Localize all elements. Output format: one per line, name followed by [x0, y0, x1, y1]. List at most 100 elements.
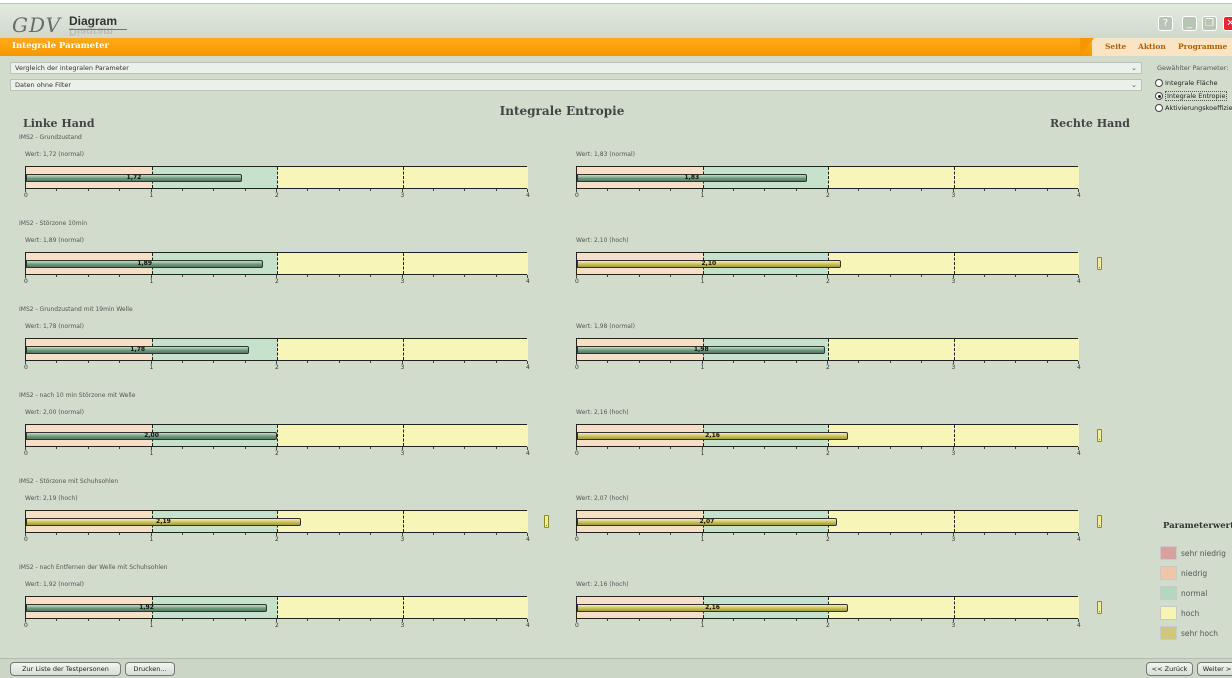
menu-tab-slant [1080, 38, 1094, 56]
axis-tick [1046, 275, 1048, 277]
axis-tick [338, 275, 340, 277]
close-icon[interactable]: ✕ [1223, 16, 1232, 31]
legend-label: hoch [1181, 608, 1200, 618]
comparison-select[interactable]: Vergleich der integralen Parameter ⌄ [10, 62, 1142, 74]
row-title: IMS2 - Störzone 10min [19, 220, 88, 227]
axis-tick [213, 361, 215, 363]
axis-tick-label: 1 [700, 364, 705, 371]
radio-button[interactable] [1155, 79, 1163, 87]
axis-tick [858, 619, 860, 621]
right-hand-bar-frame: 1,83 [576, 166, 1079, 189]
axis-tick-label: 4 [1077, 536, 1081, 543]
legend-swatch [1160, 626, 1177, 640]
parameter-label: Gewählter Parameter: [1157, 64, 1229, 72]
axis-tick [432, 275, 434, 277]
axis-tick-label: 2 [275, 364, 279, 371]
grid-line [953, 253, 955, 274]
axis-tick [638, 533, 640, 535]
radio-label: Integrale Fläche [1165, 79, 1218, 87]
warning-icon [1097, 257, 1102, 270]
axis-tick [889, 619, 891, 621]
axis-tick [213, 189, 215, 191]
axis-tick-label: 1 [149, 450, 154, 457]
value-label: Wert: 2,10 (hoch) [576, 237, 629, 244]
grid-line [953, 167, 955, 188]
axis-tick [607, 447, 609, 449]
legend-swatch [1160, 566, 1177, 580]
axis-tick [889, 447, 891, 449]
radio-integrale-entropie[interactable]: Integrale Entropie [1155, 91, 1228, 101]
grid-line [277, 425, 278, 446]
menu-programme[interactable]: Programme [1178, 42, 1227, 51]
left-hand-value-bar: 1,72 [26, 174, 242, 182]
prev-button[interactable]: << Zurück [1146, 662, 1193, 676]
legend-label: normal [1181, 588, 1208, 598]
axis-tick [432, 189, 434, 191]
chevron-down-icon: ⌄ [1131, 64, 1137, 72]
filter-select[interactable]: Daten ohne Filter ⌄ [10, 79, 1142, 91]
right-hand-bar-frame: 2,16 [576, 596, 1079, 619]
axis-tick-label: 0 [575, 192, 579, 199]
grid-line [828, 167, 829, 188]
grid-line [402, 511, 404, 532]
help-icon[interactable]: ? [1158, 16, 1173, 31]
axis-tick [983, 619, 985, 621]
axis-tick [432, 361, 434, 363]
radio-integrale-flaeche[interactable]: Integrale Fläche [1155, 79, 1217, 87]
restore-icon[interactable]: ❐ [1202, 16, 1217, 31]
axis-tick [370, 275, 372, 277]
axis-tick [732, 533, 734, 535]
axis-tick [1015, 619, 1017, 621]
axis-tick-label: 4 [526, 278, 530, 285]
print-button[interactable]: Drucken... [125, 662, 175, 676]
axis-tick [370, 447, 372, 449]
menu-aktion[interactable]: Aktion [1138, 42, 1166, 51]
axis-tick-label: 2 [826, 536, 830, 543]
right-hand-bar-frame: 1,98 [576, 338, 1079, 361]
grid-line [402, 339, 404, 360]
axis-tick [213, 619, 215, 621]
next-button[interactable]: Weiter > [1197, 662, 1232, 676]
axis-tick-label: 4 [1077, 364, 1081, 371]
axis-tick [119, 447, 121, 449]
axis-tick [858, 533, 860, 535]
axis-tick [338, 361, 340, 363]
axis-tick [1015, 189, 1017, 191]
axis-tick [921, 189, 923, 191]
axis-tick [795, 533, 797, 535]
axis-tick-label: 1 [700, 192, 705, 199]
axis-tick [732, 275, 734, 277]
chart-title: Integrale Entropie [499, 104, 625, 118]
axis-tick [795, 447, 797, 449]
axis-tick-label: 3 [400, 622, 405, 629]
axis-tick [495, 533, 497, 535]
axis-tick [764, 275, 766, 277]
axis-tick [638, 189, 640, 191]
axis-tick-label: 2 [275, 450, 279, 457]
radio-button[interactable] [1155, 92, 1163, 100]
radio-button[interactable] [1155, 104, 1163, 112]
left-hand-bar-frame: 1,92 [25, 596, 528, 619]
menu-seite[interactable]: Seite [1105, 42, 1126, 51]
axis-tick [921, 361, 923, 363]
axis-tick [338, 189, 340, 191]
left-hand-bar-frame: 2,19 [25, 510, 528, 533]
back-to-list-button[interactable]: Zur Liste der Testpersonen [10, 662, 121, 676]
axis-tick [670, 447, 672, 449]
axis-tick [1046, 619, 1048, 621]
left-hand-bar-frame: 1,72 [25, 166, 528, 189]
axis-tick [638, 361, 640, 363]
row-title: IMS2 - nach 10 min Störzone mit Welle [19, 392, 136, 399]
minimize-icon[interactable]: _ [1182, 16, 1197, 31]
radio-aktivierungskoeffizient[interactable]: Aktivierungskoeffizient [1155, 104, 1232, 112]
radio-label: Aktivierungskoeffizient [1165, 104, 1232, 112]
right-hand-value-bar: 1,83 [577, 174, 807, 182]
axis-tick [244, 361, 246, 363]
axis-tick [244, 447, 246, 449]
chevron-down-icon: ⌄ [1131, 81, 1137, 89]
axis-tick [921, 447, 923, 449]
axis-tick-label: 2 [826, 192, 830, 199]
axis-tick-label: 0 [575, 278, 579, 285]
legend-label: niedrig [1181, 568, 1208, 578]
axis-tick-label: 3 [400, 278, 405, 285]
